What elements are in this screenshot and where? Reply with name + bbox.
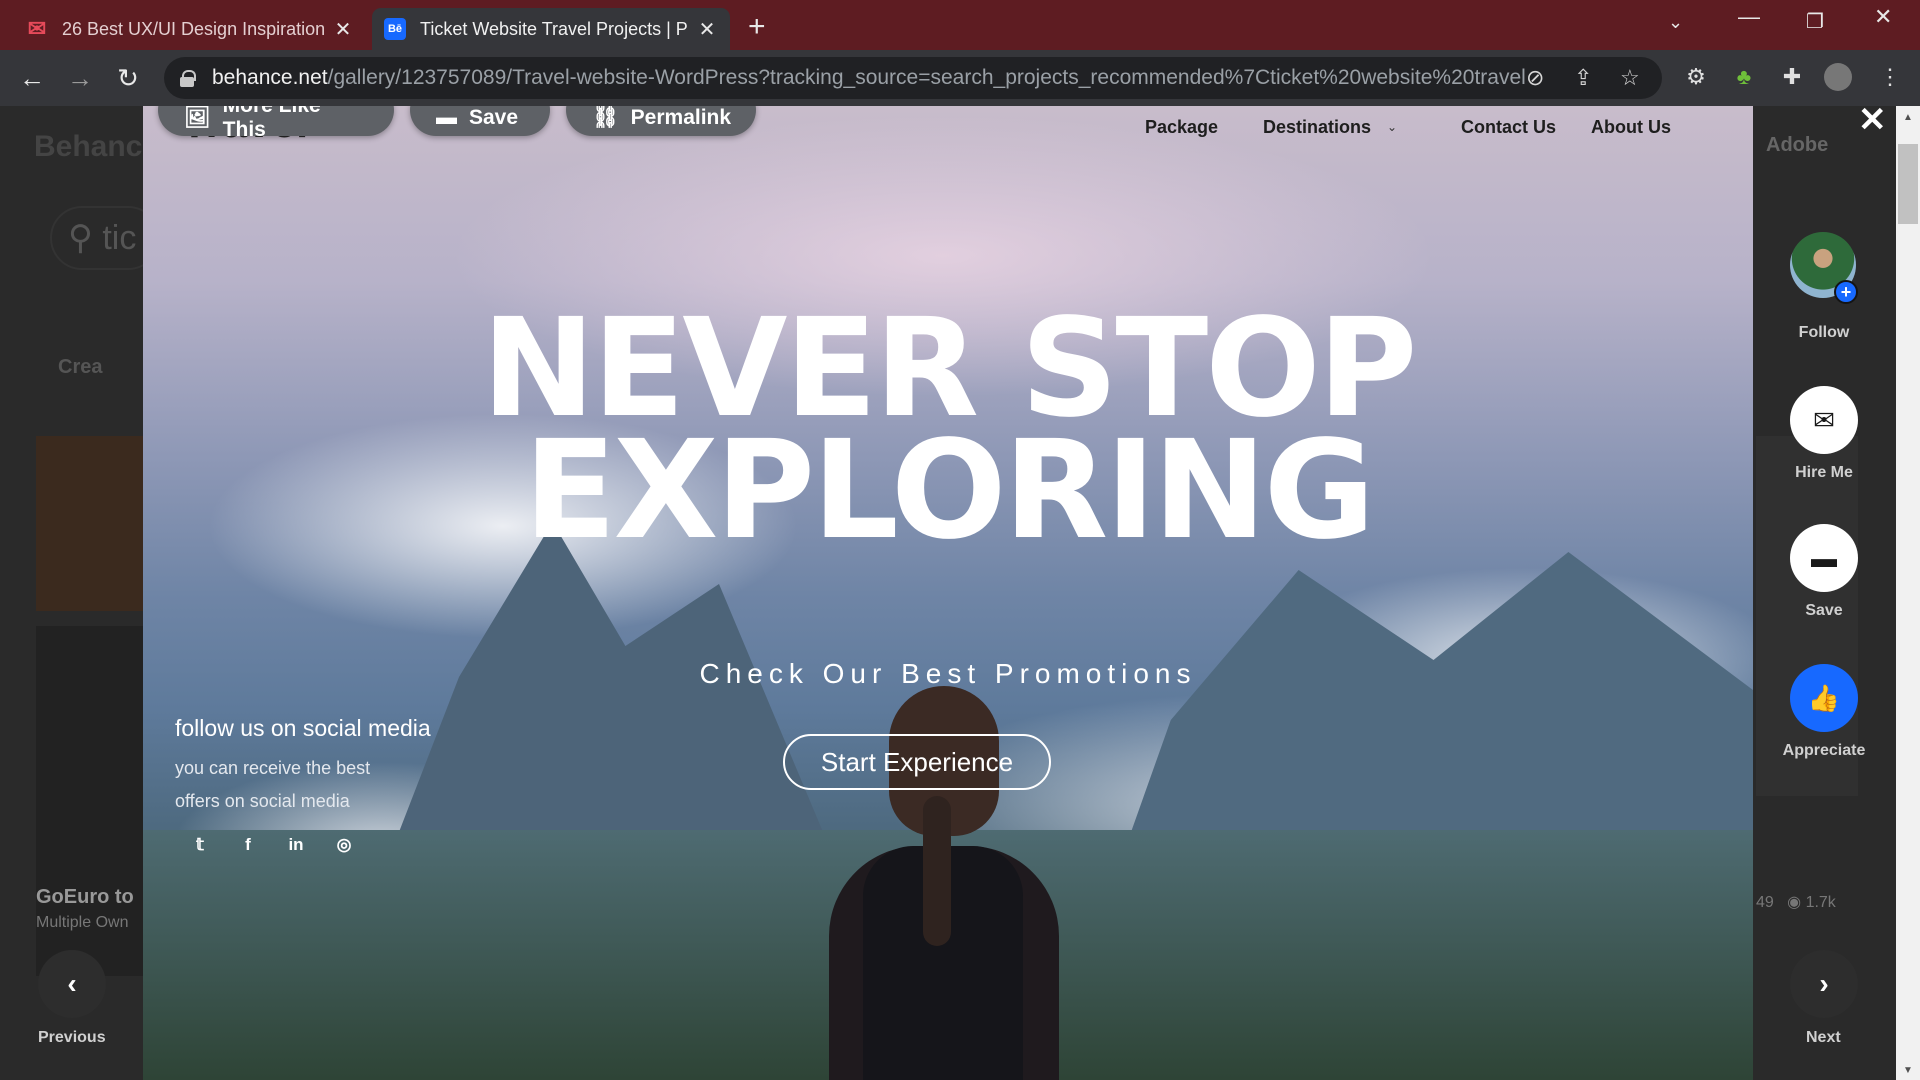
nav-contact-us[interactable]: Contact Us	[1461, 117, 1556, 138]
eye-slash-icon[interactable]: ⊘	[1526, 65, 1544, 91]
tab-search-icon[interactable]: ⌄	[1668, 12, 1683, 33]
close-tab-icon[interactable]: ✕	[696, 17, 718, 42]
adobe-logo: Adobe	[1766, 134, 1829, 156]
page-viewport: Behance ⚲ tic Crea GoEuro to Multiple Ow…	[0, 106, 1920, 1080]
image-icon: 🖼	[184, 106, 211, 129]
share-icon[interactable]: ⇪	[1574, 65, 1592, 91]
chevron-right-icon: ›	[1819, 968, 1829, 999]
social-description: you can receive the best offers on socia…	[175, 758, 371, 811]
previous-label: Previous	[38, 1029, 106, 1046]
gmail-icon: ✉	[27, 16, 47, 41]
eye-icon: ◉	[1787, 894, 1802, 911]
nav-destinations[interactable]: Destinations	[1263, 117, 1371, 138]
browser-tab-behance[interactable]: Bē Ticket Website Travel Projects | Ph ✕	[372, 8, 730, 50]
url-text[interactable]: behance.net/gallery/123757089/Travel-web…	[212, 66, 1662, 90]
scrollbar-thumb[interactable]	[1898, 144, 1918, 224]
bookmark-star-icon[interactable]: ☆	[1620, 65, 1640, 91]
save-toolbar-button[interactable]: ▬ Save	[410, 106, 550, 136]
hero-heading-line2: EXPLORING	[523, 412, 1376, 570]
browser-tab-strip: ✉ 26 Best UX/UI Design Inspiration ✕ Bē …	[0, 0, 1920, 50]
search-icon: ⚲	[68, 219, 93, 257]
hero-subheading: Check Our Best Promotions	[699, 658, 1197, 689]
background-card-subtitle: Multiple Own	[36, 914, 129, 931]
stats-count: 49	[1756, 894, 1774, 911]
restore-icon[interactable]: ❐	[1806, 9, 1824, 34]
browser-toolbar: ← → ↻ behance.net/gallery/123757089/Trav…	[0, 50, 1920, 106]
instagram-icon[interactable]: ◎	[333, 834, 355, 856]
background-card	[36, 436, 144, 611]
social-icons: 𝕥 f in ◎	[189, 834, 355, 856]
more-like-this-button[interactable]: 🖼 More Like This	[158, 106, 394, 141]
lock-icon[interactable]	[180, 70, 196, 87]
behance-logo: Behance	[34, 130, 160, 163]
chevron-down-icon: ⌄	[1387, 120, 1398, 134]
url-path: /gallery/123757089/Travel-website-WordPr…	[327, 66, 1526, 89]
previous-button[interactable]: ‹	[38, 950, 106, 1018]
background-card-stats: 49 ◉ 1.7k	[1756, 892, 1836, 912]
folder-icon: ▬	[1811, 542, 1837, 573]
profile-avatar[interactable]	[1824, 63, 1852, 91]
page-scrollbar[interactable]: ▲ ▼	[1896, 106, 1920, 1080]
tab-title: 26 Best UX/UI Design Inspiration	[62, 18, 324, 39]
nav-about-us[interactable]: About Us	[1591, 117, 1671, 138]
tree-extension-icon[interactable]: ♣	[1730, 63, 1758, 91]
appreciate-label: Appreciate	[1782, 742, 1866, 759]
hire-me-label: Hire Me	[1795, 464, 1853, 481]
permalink-button[interactable]: ⛓ Permalink	[566, 106, 756, 136]
address-bar[interactable]: behance.net/gallery/123757089/Travel-web…	[164, 57, 1662, 99]
start-experience-button[interactable]: Start Experience	[783, 734, 1051, 790]
url-host: behance.net	[212, 66, 328, 89]
envelope-icon: ✉	[1813, 404, 1835, 435]
save-button[interactable]: ▬	[1790, 524, 1858, 592]
scroll-down-icon[interactable]: ▼	[1896, 1065, 1920, 1076]
minimize-icon[interactable]: —	[1738, 4, 1760, 30]
hire-me-button[interactable]: ✉	[1790, 386, 1858, 454]
close-modal-icon[interactable]: ✕	[1858, 106, 1887, 140]
tab-title: Ticket Website Travel Projects | Ph	[420, 18, 688, 39]
close-tab-icon[interactable]: ✕	[332, 17, 354, 42]
linkedin-icon[interactable]: in	[285, 834, 307, 856]
browser-tab-inspiration[interactable]: ✉ 26 Best UX/UI Design Inspiration ✕	[14, 8, 366, 50]
project-image: Travel Package Destinations ⌄ Contact Us…	[143, 106, 1753, 1080]
follow-plus-icon[interactable]: +	[1834, 280, 1858, 304]
hiker-figure	[923, 796, 951, 946]
stats-views: 1.7k	[1805, 894, 1836, 911]
next-button[interactable]: ›	[1790, 950, 1858, 1018]
next-label: Next	[1806, 1029, 1841, 1046]
search-text: tic	[102, 219, 137, 257]
follow-label[interactable]: Follow	[1764, 324, 1884, 342]
close-window-icon[interactable]: ✕	[1874, 4, 1892, 30]
scroll-up-icon[interactable]: ▲	[1896, 112, 1920, 123]
appreciate-button[interactable]: 👍	[1790, 664, 1858, 732]
thumbs-up-icon: 👍	[1807, 682, 1841, 713]
folder-icon: ▬	[436, 106, 457, 129]
nav-package[interactable]: Package	[1145, 117, 1218, 138]
background-filter: Crea	[58, 356, 103, 378]
twitter-icon[interactable]: 𝕥	[189, 834, 211, 856]
behance-icon: Bē	[384, 18, 406, 40]
facebook-icon[interactable]: f	[237, 834, 259, 856]
more-like-this-label: More Like This	[222, 106, 321, 141]
chevron-left-icon: ‹	[67, 968, 77, 999]
reload-icon[interactable]: ↻	[110, 60, 146, 96]
back-icon[interactable]: ←	[14, 60, 50, 96]
save-label: Save	[1805, 602, 1843, 619]
background-card-title: GoEuro to	[36, 886, 134, 908]
forward-icon[interactable]: →	[62, 60, 98, 96]
save-label: Save	[469, 106, 519, 129]
settings-extension-icon[interactable]: ⚙	[1682, 63, 1710, 91]
extensions-puzzle-icon[interactable]: ✚	[1778, 63, 1806, 91]
permalink-label: Permalink	[630, 106, 732, 129]
link-icon: ⛓	[592, 106, 619, 129]
menu-kebab-icon[interactable]: ⋮	[1876, 63, 1904, 91]
new-tab-button[interactable]: +	[748, 10, 766, 44]
social-title: follow us on social media	[175, 715, 431, 741]
